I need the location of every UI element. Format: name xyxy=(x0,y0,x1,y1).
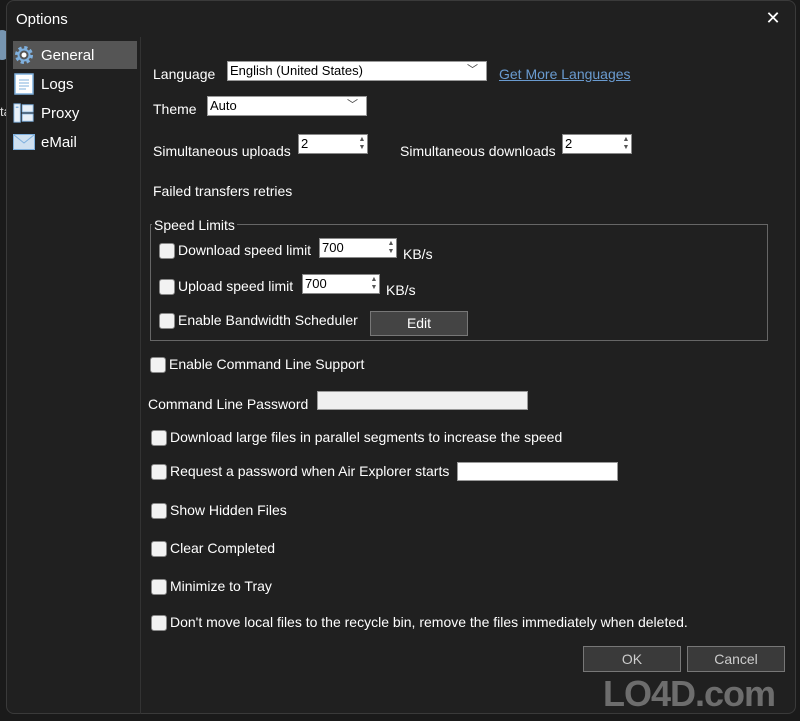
minimize-to-tray-label: Minimize to Tray xyxy=(170,578,272,594)
uploads-stepper[interactable]: 2 ▲ ▼ xyxy=(298,134,368,154)
edit-scheduler-button[interactable]: Edit xyxy=(370,311,468,336)
clear-completed-checkbox[interactable] xyxy=(151,541,167,557)
clear-completed-label: Clear Completed xyxy=(170,540,276,556)
download-limit-checkbox[interactable] xyxy=(159,243,175,259)
sidebar-item-label: Proxy xyxy=(41,104,80,122)
theme-value: Auto xyxy=(210,98,237,113)
upload-unit: KB/s xyxy=(386,282,416,298)
parallel-download-checkbox[interactable] xyxy=(151,430,167,446)
chevron-down-icon: ﹀ xyxy=(347,99,358,111)
sidebar-item-proxy[interactable]: Proxy xyxy=(13,99,137,127)
sidebar-item-logs[interactable]: Logs xyxy=(13,70,137,98)
envelope-icon xyxy=(13,131,35,153)
downloads-label: Simultaneous downloads xyxy=(400,143,556,159)
spinner-arrows-icon[interactable]: ▲ ▼ xyxy=(622,136,630,152)
gear-icon xyxy=(13,44,35,66)
download-limit-stepper[interactable]: 700 ▲ ▼ xyxy=(319,238,397,258)
cmdline-password-label: Command Line Password xyxy=(148,396,309,412)
options-dialog: Options ✕ General Logs Proxy eMail Langu… xyxy=(6,0,796,714)
upload-limit-value: 700 xyxy=(305,276,327,291)
bandwidth-scheduler-label: Enable Bandwidth Scheduler xyxy=(178,312,358,328)
show-hidden-files-label: Show Hidden Files xyxy=(170,502,287,518)
chevron-down-icon: ﹀ xyxy=(467,64,478,76)
theme-select[interactable]: Auto ﹀ xyxy=(207,96,367,116)
general-settings-panel: Language English (United States) ﹀ Get M… xyxy=(141,37,795,713)
download-unit: KB/s xyxy=(403,246,433,262)
sidebar-item-email[interactable]: eMail xyxy=(13,128,137,156)
ok-button[interactable]: OK xyxy=(583,646,681,672)
download-limit-value: 700 xyxy=(322,240,344,255)
downloads-stepper[interactable]: 2 ▲ ▼ xyxy=(562,134,632,154)
document-icon xyxy=(13,73,35,95)
spinner-arrows-icon[interactable]: ▲ ▼ xyxy=(387,240,395,256)
cmdline-support-label: Enable Command Line Support xyxy=(169,356,365,372)
cancel-button[interactable]: Cancel xyxy=(687,646,785,672)
uploads-value: 2 xyxy=(301,136,309,151)
spinner-arrows-icon[interactable]: ▲ ▼ xyxy=(358,136,366,152)
cmdline-password-input[interactable] xyxy=(317,391,528,410)
upload-limit-label: Upload speed limit xyxy=(178,278,294,294)
spinner-arrows-icon[interactable]: ▲ ▼ xyxy=(370,276,378,292)
language-select[interactable]: English (United States) ﹀ xyxy=(227,61,487,81)
sidebar: General Logs Proxy eMail xyxy=(7,37,141,714)
minimize-to-tray-checkbox[interactable] xyxy=(151,579,167,595)
download-limit-label: Download speed limit xyxy=(178,242,312,258)
no-recycle-bin-checkbox[interactable] xyxy=(151,615,167,631)
speed-limits-legend: Speed Limits xyxy=(152,217,237,233)
sidebar-item-label: Logs xyxy=(41,75,74,93)
retries-label: Failed transfers retries xyxy=(153,183,293,199)
downloads-value: 2 xyxy=(565,136,573,151)
upload-limit-checkbox[interactable] xyxy=(159,279,175,295)
startup-password-input[interactable] xyxy=(457,462,618,481)
upload-limit-stepper[interactable]: 700 ▲ ▼ xyxy=(302,274,380,294)
get-more-languages-link[interactable]: Get More Languages xyxy=(499,66,631,82)
close-icon[interactable]: ✕ xyxy=(764,9,782,27)
request-password-label: Request a password when Air Explorer sta… xyxy=(170,463,450,479)
no-recycle-bin-label: Don't move local files to the recycle bi… xyxy=(170,614,688,630)
uploads-label: Simultaneous uploads xyxy=(153,143,291,159)
sidebar-item-label: eMail xyxy=(41,133,77,151)
request-password-checkbox[interactable] xyxy=(151,464,167,480)
sidebar-item-general[interactable]: General xyxy=(13,41,137,69)
language-value: English (United States) xyxy=(230,63,363,78)
language-label: Language xyxy=(153,66,216,82)
cmdline-support-checkbox[interactable] xyxy=(150,357,166,373)
parallel-download-label: Download large files in parallel segment… xyxy=(170,429,563,445)
show-hidden-files-checkbox[interactable] xyxy=(151,503,167,519)
bandwidth-scheduler-checkbox[interactable] xyxy=(159,313,175,329)
theme-label: Theme xyxy=(153,101,197,117)
sidebar-item-label: General xyxy=(41,46,95,64)
dialog-title: Options xyxy=(16,11,68,28)
network-computers-icon xyxy=(13,102,35,124)
